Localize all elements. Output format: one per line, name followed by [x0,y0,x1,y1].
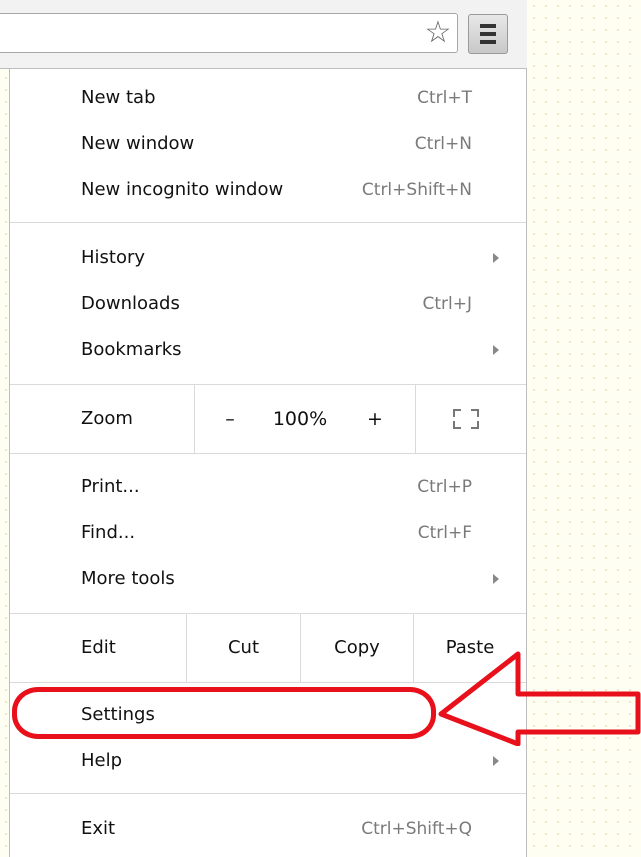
copy-button[interactable]: Copy [301,614,413,682]
menu-item-label: Downloads [81,293,180,314]
menu-separator [10,793,526,794]
zoom-out-button[interactable]: – [215,385,245,453]
menu-item-label: More tools [81,568,175,589]
menu-item-label: New tab [81,87,156,108]
menu-item-shortcut: Ctrl+Shift+Q [361,819,472,839]
menu-item-label: History [81,247,146,268]
menu-item-find[interactable]: Find... Ctrl+F [10,511,526,555]
menu-item-new-incognito-window[interactable]: New incognito window Ctrl+Shift+N [10,168,526,212]
zoom-label: Zoom [81,408,133,429]
menu-item-more-tools[interactable]: More tools [10,557,526,601]
menu-item-label: New window [81,133,195,154]
cut-button[interactable]: Cut [187,614,300,682]
address-bar[interactable]: ☆ [0,13,458,53]
menu-item-label: Bookmarks [81,339,182,360]
pointer-arrow-annotation [438,651,641,746]
menu-item-shortcut: Ctrl+P [417,477,472,497]
menu-item-label: Help [81,750,123,771]
zoom-row: Zoom – 100% + [10,385,526,453]
zoom-in-button[interactable]: + [360,385,390,453]
menu-separator [10,453,526,454]
menu-separator [10,222,526,223]
zoom-level-value: 100% [272,408,328,430]
hamburger-menu-icon[interactable] [468,14,508,54]
menu-item-downloads[interactable]: Downloads Ctrl+J [10,282,526,326]
browser-toolbar: ☆ [0,0,527,69]
menu-item-new-window[interactable]: New window Ctrl+N [10,122,526,166]
menu-item-label: Print... [81,476,140,497]
menu-item-exit[interactable]: Exit Ctrl+Shift+Q [10,807,526,851]
menu-item-label: Find... [81,522,136,543]
zoom-divider [194,385,195,453]
menu-item-shortcut: Ctrl+N [414,134,472,154]
settings-highlight-ellipse [12,687,436,739]
menu-item-bookmarks[interactable]: Bookmarks [10,328,526,372]
menu-item-history[interactable]: History [10,236,526,280]
submenu-arrow-icon [493,574,499,584]
edit-label: Edit [81,637,116,658]
star-outline-icon[interactable]: ☆ [421,17,455,51]
zoom-divider [415,385,416,453]
menu-item-shortcut: Ctrl+T [417,88,472,108]
submenu-arrow-icon [493,756,499,766]
menu-item-label: New incognito window [81,179,284,200]
menu-item-new-tab[interactable]: New tab Ctrl+T [10,76,526,120]
menu-item-shortcut: Ctrl+Shift+N [361,180,472,200]
submenu-arrow-icon [493,253,499,263]
submenu-arrow-icon [493,345,499,355]
menu-item-label: Exit [81,818,116,839]
menu-item-shortcut: Ctrl+F [417,523,472,543]
fullscreen-icon[interactable] [453,409,479,429]
menu-item-print[interactable]: Print... Ctrl+P [10,465,526,509]
menu-item-shortcut: Ctrl+J [422,294,472,314]
